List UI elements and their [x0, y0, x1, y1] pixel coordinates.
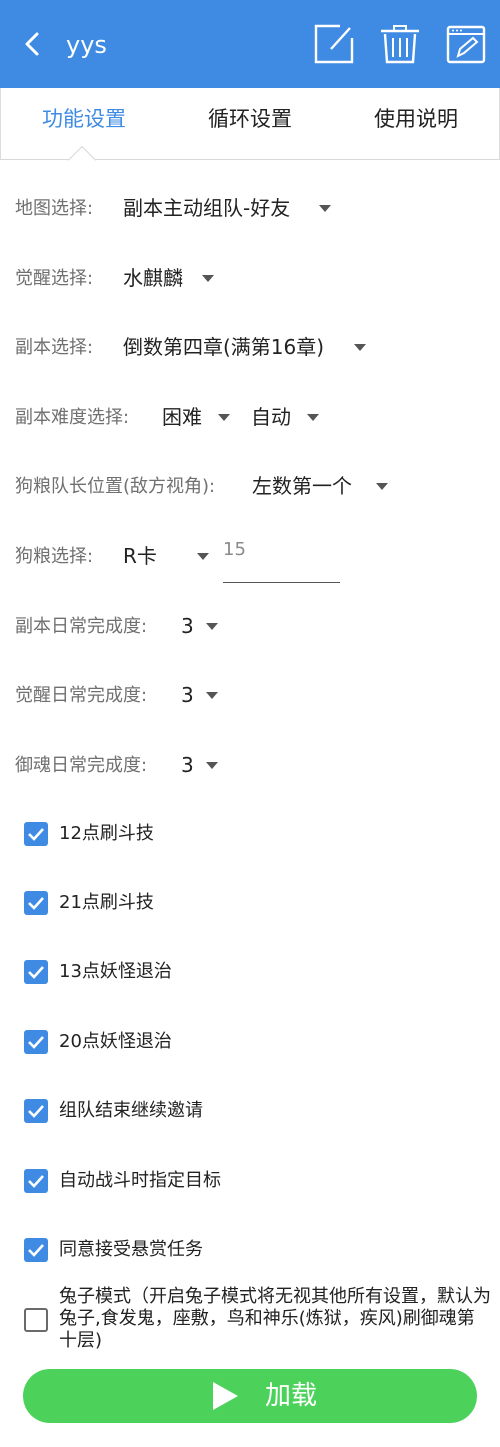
checkbox-checked-icon[interactable] — [24, 891, 48, 915]
awaken-select-label: 觉醒选择: — [15, 268, 94, 289]
checkbox-row[interactable]: 21点刷斗技 — [24, 891, 324, 921]
dungeon-select-label: 副本选择: — [15, 337, 94, 358]
soul-daily-row: 御魂日常完成度: 3 — [15, 745, 495, 785]
difficulty-select-label: 副本难度选择: — [15, 407, 130, 428]
dungeon-daily-label: 副本日常完成度: — [15, 616, 148, 637]
awaken-select-dropdown[interactable]: 水麒麟 — [123, 258, 183, 298]
checkbox-label: 20点妖怪退治 — [59, 1031, 172, 1052]
checkbox-label: 13点妖怪退治 — [59, 961, 172, 982]
edit-icon[interactable] — [314, 24, 354, 64]
dungeon-daily-dropdown[interactable]: 3 — [181, 606, 194, 646]
leader-position-dropdown[interactable]: 左数第一个 — [252, 466, 352, 506]
difficulty-dropdown[interactable]: 困难 — [162, 397, 202, 437]
checkbox-checked-icon[interactable] — [24, 960, 48, 984]
caret-down-icon[interactable] — [197, 553, 209, 560]
checkbox-label: 同意接受悬赏任务 — [59, 1239, 203, 1260]
awaken-daily-dropdown[interactable]: 3 — [181, 675, 194, 715]
rabbit-mode-label[interactable]: 兔子模式（开启兔子模式将无视其他所有设置，默认为兔子,食发鬼，座敷，鸟和神乐(炼… — [59, 1286, 491, 1352]
back-arrow-icon[interactable] — [18, 26, 48, 62]
fodder-count-input[interactable]: 15 — [223, 535, 340, 583]
caret-down-icon[interactable] — [206, 762, 218, 769]
tab-bar: 功能设置 循环设置 使用说明 — [0, 88, 500, 160]
checkbox-checked-icon[interactable] — [24, 1030, 48, 1054]
rabbit-mode-checkbox[interactable] — [24, 1308, 54, 1338]
checkbox-row[interactable]: 12点刷斗技 — [24, 822, 324, 852]
awaken-daily-label: 觉醒日常完成度: — [15, 685, 148, 706]
caret-down-icon[interactable] — [206, 692, 218, 699]
checkbox-label: 12点刷斗技 — [59, 823, 154, 844]
checkbox-row[interactable]: 自动战斗时指定目标 — [24, 1169, 324, 1199]
load-button-label: 加载 — [265, 1381, 318, 1411]
dungeon-select-row: 副本选择: 倒数第四章(满第16章) — [15, 327, 495, 367]
battle-mode-dropdown[interactable]: 自动 — [251, 397, 291, 437]
leader-position-label: 狗粮队长位置(敌方视角): — [15, 476, 216, 497]
fodder-select-row: 狗粮选择: R卡 — [15, 536, 215, 576]
fodder-count-value: 15 — [223, 539, 246, 560]
tab-instructions[interactable]: 使用说明 — [333, 88, 499, 160]
top-bar: yys — [0, 0, 500, 88]
checkbox-label: 组队结束继续邀请 — [59, 1100, 203, 1121]
dungeon-daily-row: 副本日常完成度: 3 — [15, 606, 495, 646]
caret-down-icon[interactable] — [218, 414, 230, 421]
difficulty-select-row: 副本难度选择: 困难 自动 — [15, 397, 495, 437]
tab-loop-settings[interactable]: 循环设置 — [167, 88, 333, 160]
caret-down-icon[interactable] — [319, 205, 331, 212]
checkbox-row[interactable]: 13点妖怪退治 — [24, 960, 324, 990]
load-button[interactable]: 加载 — [23, 1369, 477, 1423]
map-select-label: 地图选择: — [15, 198, 94, 219]
dungeon-select-dropdown[interactable]: 倒数第四章(满第16章) — [123, 327, 324, 367]
caret-down-icon[interactable] — [354, 344, 366, 351]
leader-position-row: 狗粮队长位置(敌方视角): 左数第一个 — [15, 466, 495, 506]
caret-down-icon[interactable] — [307, 414, 319, 421]
awaken-select-row: 觉醒选择: 水麒麟 — [15, 258, 495, 298]
fodder-select-label: 狗粮选择: — [15, 546, 94, 567]
awaken-daily-row: 觉醒日常完成度: 3 — [15, 675, 495, 715]
app-title: yys — [66, 31, 107, 59]
soul-daily-dropdown[interactable]: 3 — [181, 745, 194, 785]
checkbox-row[interactable]: 组队结束继续邀请 — [24, 1099, 324, 1129]
soul-daily-label: 御魂日常完成度: — [15, 755, 148, 776]
checkbox-checked-icon[interactable] — [24, 822, 48, 846]
checkbox-checked-icon[interactable] — [24, 1099, 48, 1123]
checkbox-label: 自动战斗时指定目标 — [59, 1170, 221, 1191]
fodder-select-dropdown[interactable]: R卡 — [123, 536, 157, 576]
checkbox-checked-icon[interactable] — [24, 1238, 48, 1262]
map-select-dropdown[interactable]: 副本主动组队-好友 — [123, 188, 290, 228]
checkbox-unchecked-icon[interactable] — [24, 1308, 48, 1332]
checkbox-label: 21点刷斗技 — [59, 892, 154, 913]
play-icon — [213, 1382, 238, 1410]
caret-down-icon[interactable] — [206, 623, 218, 630]
checkbox-row[interactable]: 20点妖怪退治 — [24, 1030, 324, 1060]
checkbox-checked-icon[interactable] — [24, 1169, 48, 1193]
edit-window-icon[interactable] — [446, 24, 486, 64]
caret-down-icon[interactable] — [202, 275, 214, 282]
caret-down-icon[interactable] — [376, 483, 388, 490]
map-select-row: 地图选择: 副本主动组队-好友 — [15, 188, 495, 228]
checkbox-row[interactable]: 同意接受悬赏任务 — [24, 1238, 324, 1268]
trash-icon[interactable] — [380, 24, 420, 64]
